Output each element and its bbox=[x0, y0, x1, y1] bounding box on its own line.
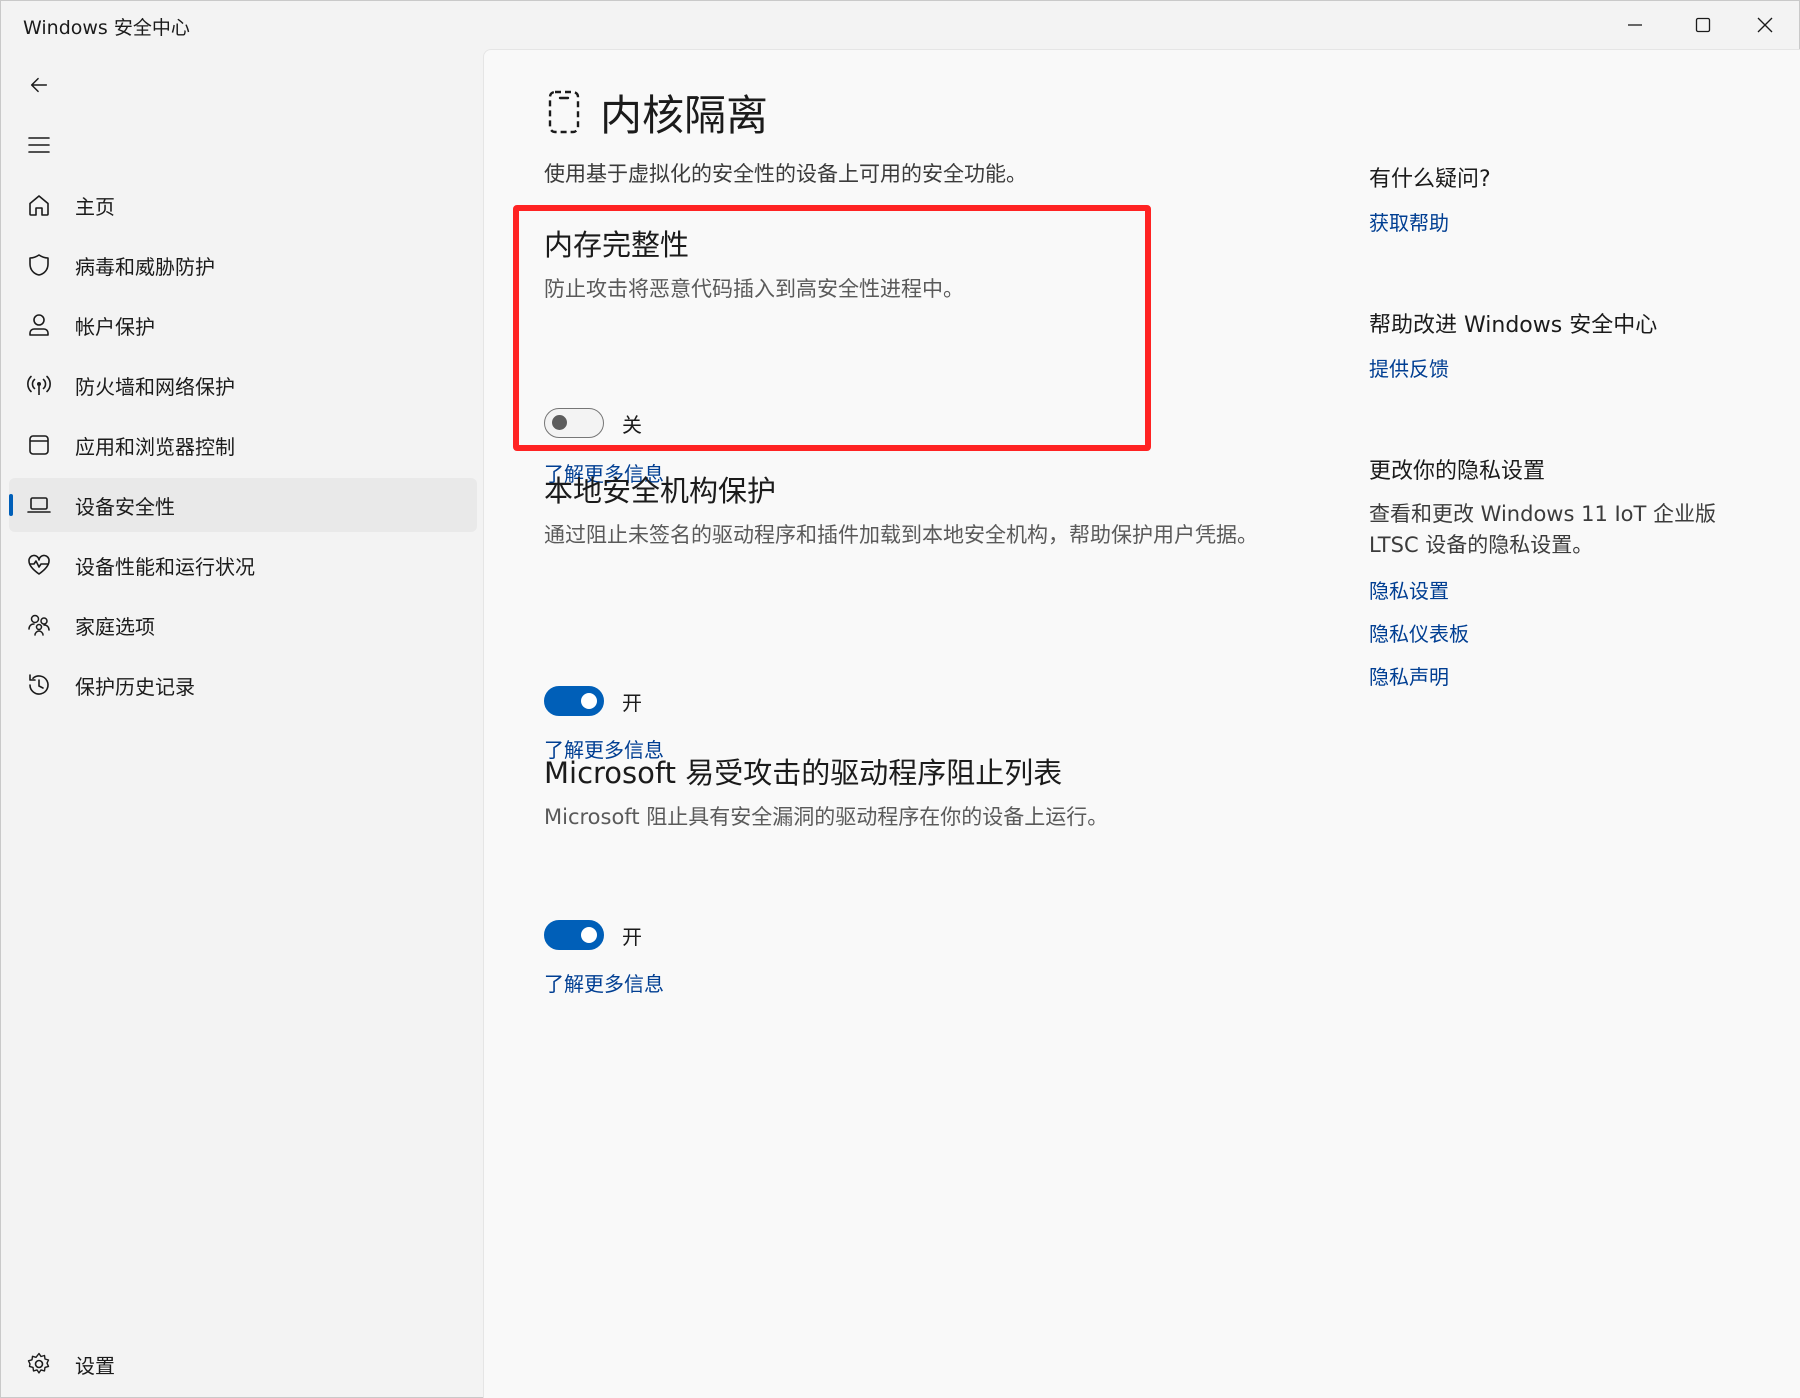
history-icon bbox=[25, 671, 53, 699]
improve-panel: 帮助改进 Windows 安全中心 提供反馈 bbox=[1369, 307, 1769, 382]
minimize-icon bbox=[1628, 24, 1642, 26]
privacy-dashboard-link[interactable]: 隐私仪表板 bbox=[1369, 618, 1769, 647]
sidebar-item-protection-history[interactable]: 保护历史记录 bbox=[9, 658, 477, 712]
sidebar-item-label: 帐户保护 bbox=[75, 314, 155, 339]
toggle-knob bbox=[552, 415, 567, 430]
privacy-panel: 更改你的隐私设置 查看和更改 Windows 11 IoT 企业版 LTSC 设… bbox=[1369, 453, 1769, 690]
sidebar-item-label: 设备安全性 bbox=[75, 494, 175, 519]
sidebar-item-label: 设备性能和运行状况 bbox=[75, 554, 255, 579]
shield-icon bbox=[25, 251, 53, 279]
toggle-state-label: 开 bbox=[622, 924, 642, 949]
close-icon bbox=[1757, 17, 1773, 33]
sidebar-item-label: 防火墙和网络保护 bbox=[75, 374, 235, 399]
help-panel: 有什么疑问? 获取帮助 bbox=[1369, 161, 1769, 236]
section-description: Microsoft 阻止具有安全漏洞的驱动程序在你的设备上运行。 bbox=[544, 805, 1109, 829]
help-title: 有什么疑问? bbox=[1369, 167, 1491, 192]
sidebar-item-label: 病毒和威胁防护 bbox=[75, 254, 215, 279]
toggle-state-label: 关 bbox=[622, 412, 642, 437]
sidebar-item-family-options[interactable]: 家庭选项 bbox=[9, 598, 477, 652]
hamburger-menu-button[interactable] bbox=[19, 127, 59, 163]
feedback-link[interactable]: 提供反馈 bbox=[1369, 353, 1769, 382]
memory-integrity-section: 内存完整性 防止攻击将恶意代码插入到高安全性进程中。 关 了解更多信息 bbox=[544, 222, 1284, 492]
learn-more-link[interactable]: 了解更多信息 bbox=[544, 968, 664, 997]
core-isolation-icon bbox=[548, 90, 580, 134]
privacy-settings-link[interactable]: 隐私设置 bbox=[1369, 575, 1769, 604]
toggle-state-label: 开 bbox=[622, 690, 642, 715]
maximize-icon bbox=[1695, 17, 1711, 33]
toggle-knob bbox=[581, 693, 597, 709]
sidebar-item-settings[interactable]: 设置 bbox=[9, 1337, 477, 1391]
sidebar-item-label: 应用和浏览器控制 bbox=[75, 434, 235, 459]
sidebar-item-device-performance[interactable]: 设备性能和运行状况 bbox=[9, 538, 477, 592]
memory-integrity-toggle[interactable] bbox=[544, 408, 604, 438]
sidebar-item-label: 设置 bbox=[75, 1353, 115, 1378]
hamburger-icon bbox=[28, 137, 50, 153]
section-description: 通过阻止未签名的驱动程序和插件加载到本地安全机构，帮助保护用户凭据。 bbox=[544, 523, 1258, 547]
sidebar-item-account-protection[interactable]: 帐户保护 bbox=[9, 298, 477, 352]
heart-pulse-icon bbox=[25, 551, 53, 579]
driver-blocklist-toggle[interactable] bbox=[544, 920, 604, 950]
sidebar-item-app-browser-control[interactable]: 应用和浏览器控制 bbox=[9, 418, 477, 472]
close-button[interactable] bbox=[1731, 1, 1799, 49]
sidebar-item-home[interactable]: 主页 bbox=[9, 178, 477, 232]
privacy-text: 查看和更改 Windows 11 IoT 企业版 LTSC 设备的隐私设置。 bbox=[1369, 502, 1717, 557]
section-title: 内存完整性 bbox=[544, 228, 690, 262]
laptop-icon bbox=[25, 491, 53, 519]
page-subtitle: 使用基于虚拟化的安全性的设备上可用的安全功能。 bbox=[544, 162, 1027, 186]
driver-blocklist-section: Microsoft 易受攻击的驱动程序阻止列表 Microsoft 阻止具有安全… bbox=[544, 750, 1284, 996]
sidebar-item-label: 家庭选项 bbox=[75, 614, 155, 639]
sidebar-item-label: 保护历史记录 bbox=[75, 674, 195, 699]
improve-title: 帮助改进 Windows 安全中心 bbox=[1369, 313, 1658, 338]
sidebar-nav: 主页 病毒和威胁防护 帐户保护 防火墙和网络保护 应用和浏览器控制 设备安全性 … bbox=[9, 178, 477, 718]
app-title: Windows 安全中心 bbox=[23, 17, 190, 39]
gear-icon bbox=[25, 1350, 53, 1378]
section-title: 本地安全机构保护 bbox=[544, 474, 777, 508]
back-arrow-icon bbox=[30, 77, 48, 93]
sidebar-item-label: 主页 bbox=[75, 194, 115, 219]
sidebar-item-firewall[interactable]: 防火墙和网络保护 bbox=[9, 358, 477, 412]
maximize-button[interactable] bbox=[1669, 1, 1737, 49]
driver-blocklist-toggle-row: 开 bbox=[544, 920, 642, 950]
page-title: 内核隔离 bbox=[600, 91, 769, 140]
app-window: Windows 安全中心 主页 病毒和威胁防护 帐户保护 防火墙和网络保护 应用… bbox=[0, 0, 1800, 1398]
family-icon bbox=[25, 611, 53, 639]
get-help-link[interactable]: 获取帮助 bbox=[1369, 207, 1769, 236]
lsa-protection-toggle[interactable] bbox=[544, 686, 604, 716]
section-description: 防止攻击将恶意代码插入到高安全性进程中。 bbox=[544, 277, 964, 301]
sidebar-item-device-security[interactable]: 设备安全性 bbox=[9, 478, 477, 532]
privacy-title: 更改你的隐私设置 bbox=[1369, 459, 1546, 484]
home-icon bbox=[25, 191, 53, 219]
privacy-statement-link[interactable]: 隐私声明 bbox=[1369, 661, 1769, 690]
app-window-icon bbox=[25, 431, 53, 459]
memory-integrity-toggle-row: 关 bbox=[544, 408, 642, 438]
title-bar: Windows 安全中心 bbox=[1, 1, 1800, 49]
person-icon bbox=[25, 311, 53, 339]
main-content: 内核隔离 使用基于虚拟化的安全性的设备上可用的安全功能。 内存完整性 防止攻击将… bbox=[483, 49, 1800, 1398]
lsa-protection-section: 本地安全机构保护 通过阻止未签名的驱动程序和插件加载到本地安全机构，帮助保护用户… bbox=[544, 468, 1284, 762]
section-title: Microsoft 易受攻击的驱动程序阻止列表 bbox=[544, 756, 1063, 790]
lsa-toggle-row: 开 bbox=[544, 686, 642, 716]
back-button[interactable] bbox=[19, 67, 59, 103]
sidebar-item-virus-protection[interactable]: 病毒和威胁防护 bbox=[9, 238, 477, 292]
minimize-button[interactable] bbox=[1601, 1, 1669, 49]
wifi-signal-icon bbox=[25, 371, 53, 399]
toggle-knob bbox=[581, 927, 597, 943]
